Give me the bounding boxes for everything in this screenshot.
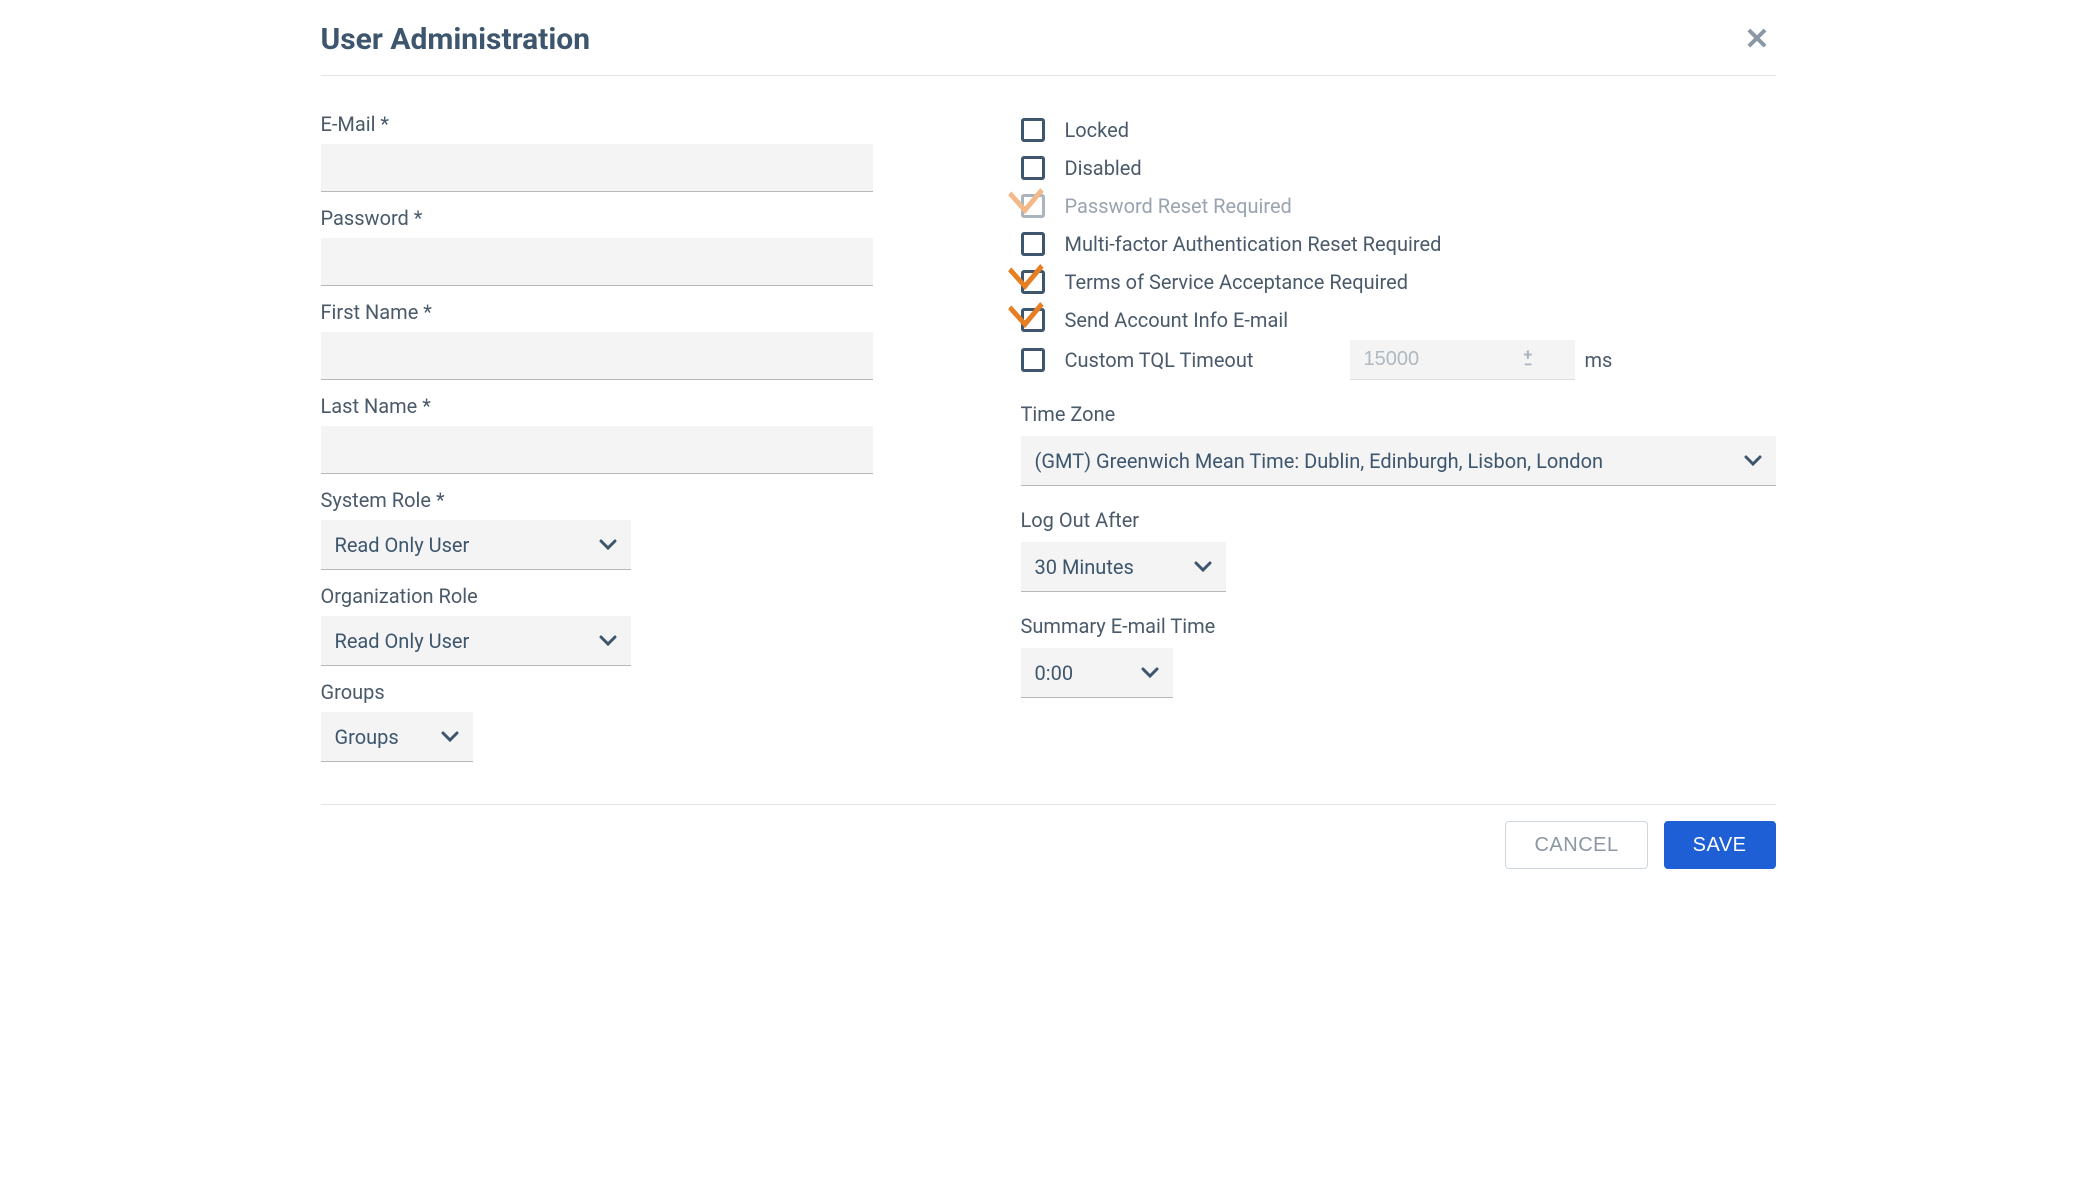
- last-name-input[interactable]: [321, 426, 873, 474]
- user-admin-dialog: User Administration ✕ E-Mail * Password …: [321, 0, 1776, 889]
- password-label: Password *: [321, 206, 981, 230]
- tos-row: Terms of Service Acceptance Required: [1021, 264, 1776, 300]
- logout-select[interactable]: 30 Minutes: [1021, 542, 1226, 592]
- tql-unit: ms: [1585, 348, 1613, 372]
- summary-field-group: Summary E-mail Time 0:00: [1021, 614, 1776, 698]
- password-field-group: Password *: [321, 206, 981, 286]
- mfa-reset-label: Multi-factor Authentication Reset Requir…: [1065, 232, 1442, 256]
- system-role-label: System Role *: [321, 488, 981, 512]
- timezone-select[interactable]: (GMT) Greenwich Mean Time: Dublin, Edinb…: [1021, 436, 1776, 486]
- system-role-field-group: System Role * Read Only User: [321, 488, 981, 570]
- password-input[interactable]: [321, 238, 873, 286]
- disabled-row: Disabled: [1021, 150, 1776, 186]
- send-email-row: Send Account Info E-mail: [1021, 302, 1776, 338]
- chevron-down-icon: [1744, 455, 1762, 467]
- save-button[interactable]: SAVE: [1664, 821, 1776, 869]
- locked-checkbox[interactable]: [1021, 118, 1045, 142]
- tql-timeout-input-wrap: + −: [1350, 340, 1575, 380]
- locked-label: Locked: [1065, 118, 1129, 142]
- dialog-body: E-Mail * Password * First Name * Last Na…: [321, 76, 1776, 805]
- system-role-value: Read Only User: [335, 533, 470, 557]
- dialog-footer: CANCEL SAVE: [321, 805, 1776, 889]
- mfa-reset-row: Multi-factor Authentication Reset Requir…: [1021, 226, 1776, 262]
- org-role-label: Organization Role: [321, 584, 981, 608]
- first-name-field-group: First Name *: [321, 300, 981, 380]
- password-reset-label: Password Reset Required: [1065, 194, 1292, 218]
- tql-checkbox[interactable]: [1021, 348, 1045, 372]
- tql-label: Custom TQL Timeout: [1065, 348, 1254, 372]
- chevron-down-icon: [599, 539, 617, 551]
- org-role-select[interactable]: Read Only User: [321, 616, 631, 666]
- logout-field-group: Log Out After 30 Minutes: [1021, 508, 1776, 592]
- tql-timeout-input[interactable]: [1364, 348, 1524, 371]
- password-reset-checkbox: [1021, 194, 1045, 218]
- quantity-stepper[interactable]: + −: [1524, 350, 1533, 370]
- timezone-label: Time Zone: [1021, 402, 1776, 426]
- email-input[interactable]: [321, 144, 873, 192]
- first-name-label: First Name *: [321, 300, 981, 324]
- groups-value: Groups: [335, 725, 399, 749]
- right-column: Locked Disabled Password Reset Required …: [1021, 112, 1776, 776]
- disabled-label: Disabled: [1065, 156, 1142, 180]
- chevron-down-icon: [441, 731, 459, 743]
- send-email-checkbox[interactable]: [1021, 308, 1045, 332]
- password-reset-row: Password Reset Required: [1021, 188, 1776, 224]
- email-field-group: E-Mail *: [321, 112, 981, 192]
- summary-select[interactable]: 0:00: [1021, 648, 1173, 698]
- groups-label: Groups: [321, 680, 981, 704]
- chevron-down-icon: [599, 635, 617, 647]
- locked-row: Locked: [1021, 112, 1776, 148]
- logout-label: Log Out After: [1021, 508, 1776, 532]
- cancel-button[interactable]: CANCEL: [1505, 821, 1647, 869]
- org-role-field-group: Organization Role Read Only User: [321, 584, 981, 666]
- summary-label: Summary E-mail Time: [1021, 614, 1776, 638]
- chevron-down-icon: [1141, 667, 1159, 679]
- chevron-down-icon: [1194, 561, 1212, 573]
- tql-row: Custom TQL Timeout + − ms: [1021, 340, 1776, 380]
- last-name-field-group: Last Name *: [321, 394, 981, 474]
- groups-field-group: Groups Groups: [321, 680, 981, 762]
- email-label: E-Mail *: [321, 112, 981, 136]
- last-name-label: Last Name *: [321, 394, 981, 418]
- groups-select[interactable]: Groups: [321, 712, 473, 762]
- send-email-label: Send Account Info E-mail: [1065, 308, 1289, 332]
- dialog-header: User Administration ✕: [321, 0, 1776, 76]
- summary-value: 0:00: [1035, 661, 1074, 685]
- system-role-select[interactable]: Read Only User: [321, 520, 631, 570]
- first-name-input[interactable]: [321, 332, 873, 380]
- minus-icon: −: [1524, 360, 1533, 370]
- left-column: E-Mail * Password * First Name * Last Na…: [321, 112, 1021, 776]
- dialog-title: User Administration: [321, 22, 591, 57]
- timezone-value: (GMT) Greenwich Mean Time: Dublin, Edinb…: [1035, 449, 1604, 473]
- tos-label: Terms of Service Acceptance Required: [1065, 270, 1409, 294]
- timezone-field-group: Time Zone (GMT) Greenwich Mean Time: Dub…: [1021, 402, 1776, 486]
- org-role-value: Read Only User: [335, 629, 470, 653]
- logout-value: 30 Minutes: [1035, 555, 1134, 579]
- close-icon[interactable]: ✕: [1744, 22, 1775, 57]
